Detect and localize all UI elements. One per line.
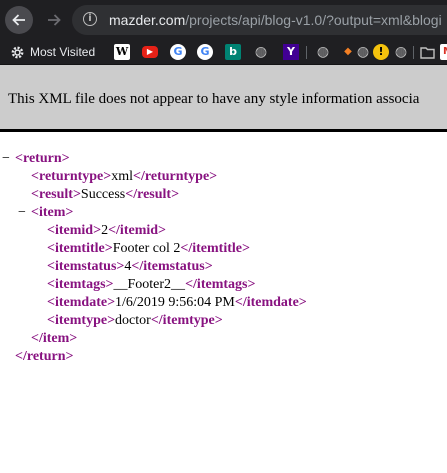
xml-line-itemstatus: <itemstatus>4</itemstatus> bbox=[47, 258, 213, 276]
xml-value: doctor bbox=[115, 313, 151, 328]
arrow-left-icon bbox=[12, 14, 25, 26]
wikipedia-icon[interactable]: W bbox=[114, 44, 130, 60]
warning-icon[interactable]: ! bbox=[373, 44, 389, 60]
xml-tag: </itemid> bbox=[108, 223, 167, 238]
forward-button[interactable] bbox=[40, 6, 68, 34]
xml-tag: </itemstatus> bbox=[131, 259, 213, 274]
xml-line-result: <result>Success</result> bbox=[31, 186, 179, 204]
xml-line-itemid: <itemid>2</itemid> bbox=[47, 222, 166, 240]
xml-tag: </returntype> bbox=[133, 169, 218, 184]
xml-tag: </itemtitle> bbox=[180, 241, 250, 256]
back-button[interactable] bbox=[5, 6, 33, 34]
bing-icon[interactable]: b bbox=[225, 44, 241, 60]
gear-icon bbox=[11, 46, 24, 58]
xml-line-return-open: − <return> bbox=[2, 150, 70, 168]
youtube-icon[interactable]: ▶ bbox=[142, 46, 158, 58]
xml-value: __Footer2__ bbox=[113, 277, 186, 292]
arrow-icon[interactable]: ◆ bbox=[340, 44, 356, 60]
globe-icon[interactable]: ◍ bbox=[393, 44, 409, 60]
folder-shape bbox=[420, 46, 435, 59]
xml-value: Success bbox=[80, 187, 126, 202]
xml-tag: <itemtype> bbox=[47, 313, 116, 328]
xml-tag: </itemtype> bbox=[150, 313, 223, 328]
google-icon[interactable]: G bbox=[170, 44, 186, 60]
address-text[interactable]: mazder.com/projects/api/blog-v1.0/?outpu… bbox=[109, 12, 442, 28]
xml-value: 2 bbox=[101, 223, 109, 238]
xml-value: xml bbox=[111, 169, 134, 184]
xml-tag: <itemtags> bbox=[47, 277, 114, 292]
globe-icon[interactable]: ◍ bbox=[253, 44, 269, 60]
yahoo-icon[interactable]: Y bbox=[283, 44, 299, 60]
xml-tag: </item> bbox=[31, 331, 78, 346]
xml-line-itemtitle: <itemtitle>Footer col 2</itemtitle> bbox=[47, 240, 250, 258]
xml-tag: </result> bbox=[125, 187, 180, 202]
collapse-toggle[interactable]: − bbox=[2, 150, 10, 168]
xml-tag: <itemtitle> bbox=[47, 241, 113, 256]
xml-tag: </itemtags> bbox=[185, 277, 256, 292]
globe-icon[interactable]: ◍ bbox=[355, 44, 371, 60]
xml-line-return-close: </return> bbox=[15, 348, 73, 366]
xml-line-item-close: </item> bbox=[31, 330, 77, 348]
xml-line-item-open: − <item> bbox=[18, 204, 74, 222]
xml-line-returntype: <returntype>xml</returntype> bbox=[31, 168, 217, 186]
xml-line-itemdate: <itemdate>1/6/2019 9:56:04 PM</itemdate> bbox=[47, 294, 307, 312]
info-icon[interactable]: i bbox=[83, 12, 97, 26]
google-icon[interactable]: G bbox=[197, 44, 213, 60]
xml-tag: </return> bbox=[15, 349, 74, 364]
collapse-toggle[interactable]: − bbox=[18, 204, 26, 222]
bookmarks-separator bbox=[306, 46, 307, 59]
most-visited-bookmark[interactable]: Most Visited bbox=[10, 43, 95, 61]
xml-value: Footer col 2 bbox=[112, 241, 181, 256]
xml-line-itemtags: <itemtags>__Footer2__</itemtags> bbox=[47, 276, 255, 294]
banner-message: This XML file does not appear to have an… bbox=[8, 91, 420, 107]
xml-value: 1/6/2019 9:56:04 PM bbox=[115, 295, 235, 310]
xml-tag: <result> bbox=[31, 187, 81, 202]
xml-line-itemtype: <itemtype>doctor</itemtype> bbox=[47, 312, 223, 330]
bookmarks-separator bbox=[413, 46, 414, 59]
address-host: mazder.com bbox=[109, 12, 186, 28]
globe-icon[interactable]: ◍ bbox=[315, 44, 331, 60]
address-bar[interactable]: i mazder.com/projects/api/blog-v1.0/?out… bbox=[72, 5, 447, 35]
xml-tag: <returntype> bbox=[31, 169, 112, 184]
xml-tag: <return> bbox=[15, 151, 70, 166]
browser-toolbar: i mazder.com/projects/api/blog-v1.0/?out… bbox=[0, 0, 447, 40]
xml-tag: <itemid> bbox=[47, 223, 102, 238]
xml-tag: </itemdate> bbox=[234, 295, 307, 310]
xml-tag: <item> bbox=[31, 205, 74, 220]
most-visited-label: Most Visited bbox=[30, 45, 96, 59]
folder-icon[interactable] bbox=[420, 44, 435, 60]
bookmarks-bar: Most Visited W ▶ G G b ◍ Y ◍ ◆ ◍ ! ◍ M bbox=[0, 40, 447, 65]
address-path: /projects/api/blog-v1.0/?output=xml&blog… bbox=[185, 12, 442, 28]
xml-tag: <itemstatus> bbox=[47, 259, 125, 274]
xml-style-info-banner: This XML file does not appear to have an… bbox=[0, 65, 447, 132]
gmail-icon[interactable]: M bbox=[440, 44, 447, 60]
xml-tag: <itemdate> bbox=[47, 295, 116, 310]
arrow-right-icon bbox=[48, 14, 61, 26]
